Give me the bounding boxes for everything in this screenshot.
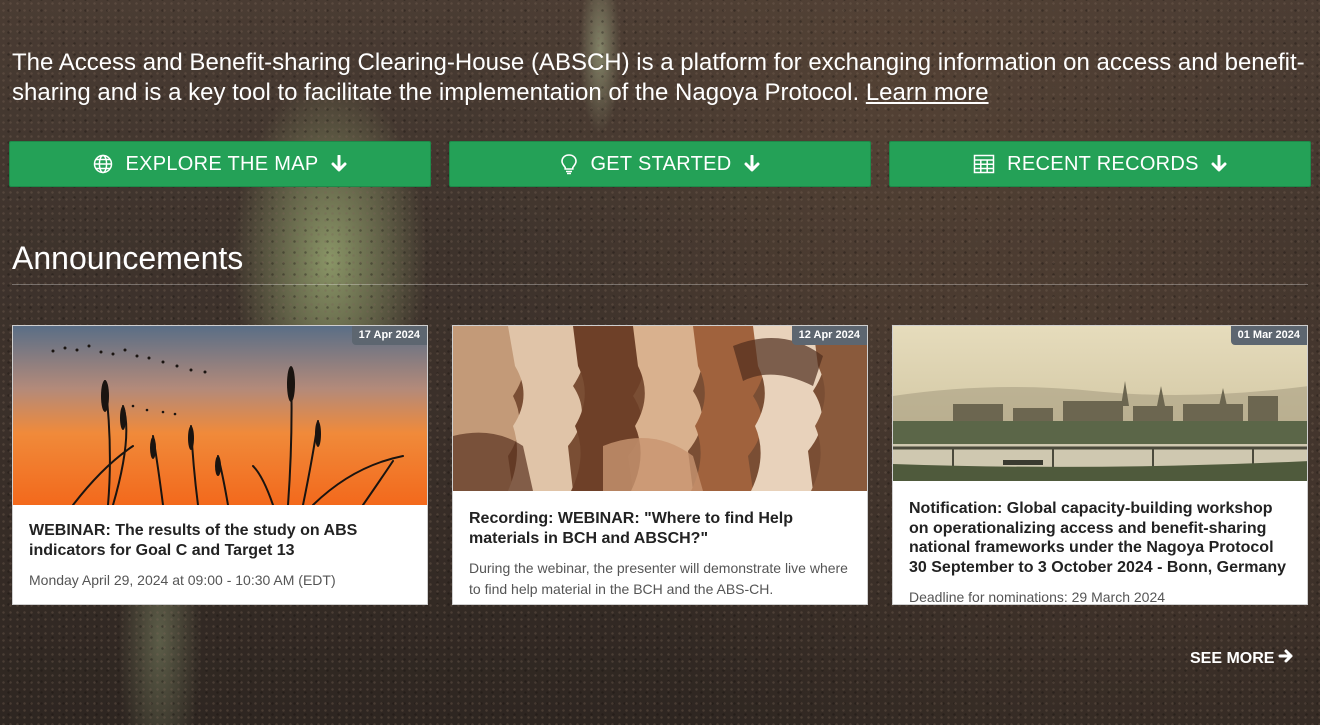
globe-icon (93, 154, 113, 174)
announcement-card[interactable]: 17 Apr 2024 WEBINAR: The results of the … (12, 325, 428, 605)
recent-records-label: RECENT RECORDS (1007, 152, 1199, 175)
announcement-description: Deadline for nominations: 29 March 2024 (909, 589, 1166, 605)
intro-description: The Access and Benefit-sharing Clearing-… (12, 49, 1305, 106)
announcement-card[interactable]: 01 Mar 2024 Notification: Global capacit… (892, 325, 1308, 605)
see-more-link[interactable]: SEE MORE (1190, 648, 1294, 669)
announcement-title[interactable]: WEBINAR: The results of the study on ABS… (29, 521, 411, 560)
intro-text: The Access and Benefit-sharing Clearing-… (12, 48, 1312, 108)
learn-more-link[interactable]: Learn more (866, 79, 989, 106)
announcement-title[interactable]: Recording: WEBINAR: "Where to find Help … (469, 509, 851, 548)
paper-faces-image: 12 Apr 2024 (453, 326, 867, 491)
announcement-description: During the webinar, the presenter will d… (469, 560, 848, 597)
announcement-description: Monday April 29, 2024 at 09:00 - 10:30 A… (29, 572, 336, 588)
see-more-label: SEE MORE (1190, 649, 1275, 667)
arrow-right-icon (1278, 648, 1294, 669)
explore-map-label: EXPLORE THE MAP (125, 152, 319, 175)
lightbulb-icon (560, 153, 578, 175)
date-badge: 01 Mar 2024 (1230, 326, 1307, 345)
section-divider (12, 284, 1308, 285)
get-started-label: GET STARTED (590, 152, 732, 175)
explore-map-button[interactable]: EXPLORE THE MAP (9, 141, 431, 187)
table-icon (973, 154, 995, 174)
get-started-button[interactable]: GET STARTED (449, 141, 871, 187)
recent-records-button[interactable]: RECENT RECORDS (889, 141, 1311, 187)
bonn-cityscape-image: 01 Mar 2024 (893, 326, 1307, 481)
announcements-heading: Announcements (12, 240, 244, 276)
arrow-down-icon (1211, 155, 1227, 173)
arrow-down-icon (744, 155, 760, 173)
arrow-down-icon (331, 155, 347, 173)
sunset-grass-image: 17 Apr 2024 (13, 326, 427, 505)
announcement-title[interactable]: Notification: Global capacity-building w… (909, 499, 1291, 577)
announcement-card[interactable]: 12 Apr 2024 Recording: WEBINAR: "Where t… (452, 325, 868, 605)
date-badge: 17 Apr 2024 (351, 326, 427, 345)
date-badge: 12 Apr 2024 (791, 326, 867, 345)
